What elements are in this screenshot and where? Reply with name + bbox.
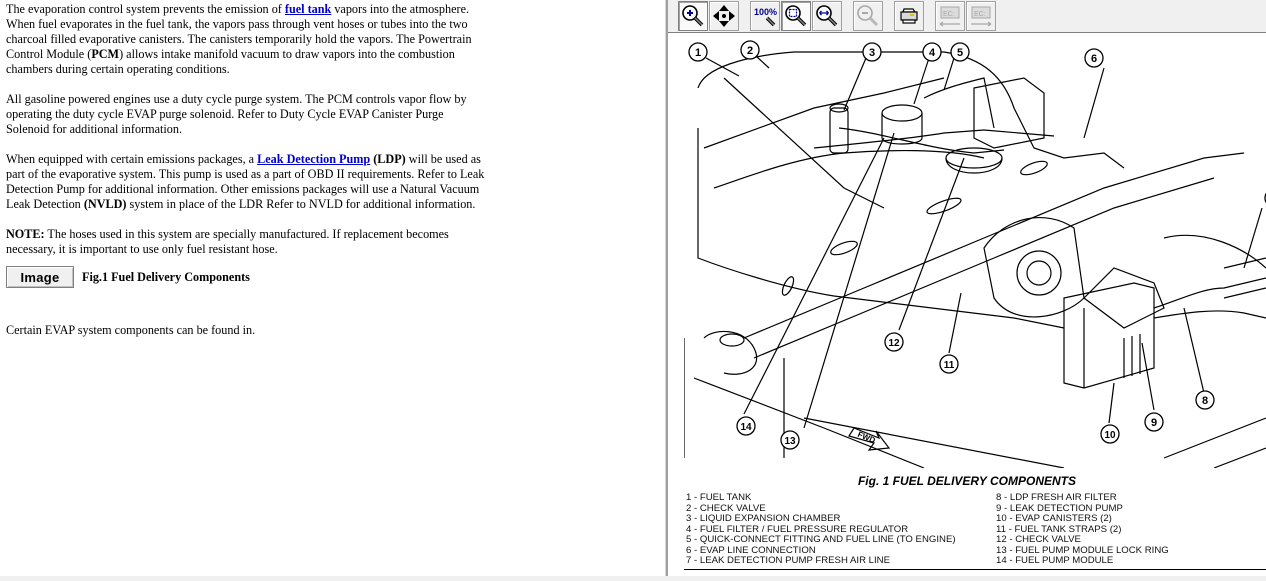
- svg-text:2: 2: [747, 45, 753, 57]
- zoom-out-icon: [857, 5, 879, 27]
- legend-column-left: 1 - FUEL TANK 2 - CHECK VALVE 3 - LIQUID E…: [686, 492, 956, 567]
- fit-to-window-icon: [785, 5, 807, 27]
- fit-width-icon: [816, 5, 838, 27]
- article-panel: The evaporation control system prevents …: [0, 0, 664, 581]
- legend-item: 8 - LDP FRESH AIR FILTER: [996, 492, 1117, 503]
- svg-text:9: 9: [1151, 417, 1157, 429]
- callout-12: 12: [884, 332, 904, 352]
- svg-text:12: 12: [888, 338, 900, 349]
- svg-text:3: 3: [869, 47, 875, 59]
- callout-markers: 1234567891011121314: [688, 40, 1266, 450]
- fit-to-window-button[interactable]: [781, 1, 811, 31]
- callout-3: 3: [862, 42, 882, 62]
- figure-row: Image Fig.1 Fuel Delivery Components: [6, 266, 486, 288]
- legend-item: 3 - LIQUID EXPANSION CHAMBER: [686, 513, 841, 524]
- svg-text:6: 6: [1091, 53, 1097, 65]
- callout-10: 10: [1100, 424, 1120, 444]
- callout-11: 11: [939, 354, 959, 374]
- legend-item: 7 - LEAK DETECTION PUMP FRESH AIR LINE: [686, 555, 891, 566]
- svg-text:100%: 100%: [754, 7, 777, 17]
- fuel-tank-link[interactable]: fuel tank: [285, 2, 331, 16]
- paragraph-components: Certain EVAP system components can be fo…: [6, 323, 256, 337]
- note-paragraph: NOTE: The hoses used in this system are …: [6, 227, 449, 256]
- zoom-in-icon: [682, 5, 704, 27]
- svg-text:5: 5: [957, 47, 963, 59]
- callout-14: 14: [736, 416, 756, 436]
- print-button[interactable]: [894, 1, 924, 31]
- previous-image-button[interactable]: EC:: [935, 1, 965, 31]
- image-toolbar: 100% EC: EC:: [668, 0, 1266, 33]
- svg-text:1: 1: [695, 47, 701, 59]
- callout-13: 13: [780, 430, 800, 450]
- legend-divider: [684, 569, 1266, 570]
- callout-leaders: [705, 55, 1263, 429]
- svg-text:EC:: EC:: [974, 11, 986, 18]
- callout-8: 8: [1195, 390, 1215, 410]
- zoom-100-icon: 100%: [754, 7, 777, 27]
- legend-item: 12 - CHECK VALVE: [996, 534, 1081, 545]
- figure-label: Fig.1 Fuel Delivery Components: [82, 269, 250, 284]
- image-button[interactable]: Image: [6, 266, 74, 288]
- callout-4: 4: [922, 42, 942, 62]
- paragraph-evap-intro: The evaporation control system prevents …: [6, 2, 472, 76]
- legend-column-right: 8 - LDP FRESH AIR FILTER 9 - LEAK DETECTI…: [996, 492, 1169, 567]
- callout-6: 6: [1084, 48, 1104, 68]
- callout-2: 2: [740, 40, 760, 60]
- svg-text:10: 10: [1104, 430, 1116, 441]
- zoom-in-button[interactable]: [678, 1, 708, 31]
- legend-item: 14 - FUEL PUMP MODULE: [996, 555, 1114, 566]
- next-image-button[interactable]: EC:: [966, 1, 996, 31]
- paragraph-purge-system: All gasoline powered engines use a duty …: [6, 92, 467, 136]
- svg-text:11: 11: [944, 360, 955, 371]
- svg-text:4: 4: [929, 47, 936, 59]
- svg-text:8: 8: [1202, 395, 1208, 407]
- svg-text:EC:: EC:: [943, 11, 955, 18]
- pan-button[interactable]: [709, 1, 739, 31]
- callout-1: 1: [688, 42, 708, 62]
- previous-image-icon: EC:: [939, 6, 960, 27]
- figure-caption: Fig. 1 FUEL DELIVERY COMPONENTS: [857, 474, 1077, 488]
- legend-item: 1 - FUEL TANK: [686, 492, 752, 503]
- status-bar: [0, 576, 1266, 581]
- svg-text:13: 13: [784, 436, 796, 447]
- printer-icon: [900, 8, 918, 24]
- legend-item: 10 - EVAP CANISTERS (2): [996, 513, 1112, 524]
- fit-width-button[interactable]: [812, 1, 842, 31]
- legend-item: 5 - QUICK-CONNECT FITTING AND FUEL LINE …: [686, 534, 956, 545]
- paragraph-ldp: When equipped with certain emissions pac…: [6, 152, 485, 211]
- zoom-out-button[interactable]: [853, 1, 883, 31]
- fuel-delivery-diagram[interactable]: FWD 1234567891011121314: [684, 38, 1266, 468]
- diagram-line-art: [684, 51, 1266, 468]
- image-viewer-panel: 100% EC: EC: FWD 1 2 3 4 5 6 8 9 10 11 1…: [668, 0, 1266, 581]
- svg-text:14: 14: [740, 422, 752, 433]
- leak-detection-pump-link[interactable]: Leak Detection Pump: [257, 152, 370, 166]
- callout-5: 5: [950, 42, 970, 62]
- note-label: NOTE:: [6, 227, 45, 241]
- callout-9: 9: [1144, 412, 1164, 432]
- pan-arrows-icon: [713, 5, 735, 27]
- zoom-100-button[interactable]: 100%: [750, 1, 780, 31]
- next-image-icon: EC:: [971, 6, 992, 27]
